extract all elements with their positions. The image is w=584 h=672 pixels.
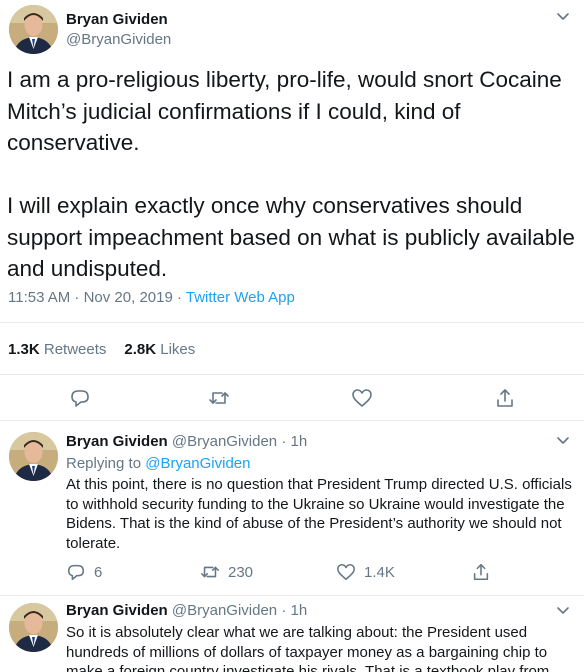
avatar[interactable] [9,5,58,54]
author-name[interactable]: Bryan Gividen [66,11,168,28]
tweet-text: I am a pro-religious liberty, pro-life, … [7,67,575,281]
author-handle[interactable]: @BryanGividen · 1h [172,602,307,619]
like-icon[interactable] [351,387,373,409]
reply-count: 6 [94,563,103,581]
share-icon [473,563,489,581]
reply-header: Bryan Gividen @BryanGividen · 1h [66,433,307,450]
avatar-image [9,5,58,54]
reply-actions: 6 230 1.4K [66,561,516,583]
avatar-image [9,432,58,481]
likes-count: 2.8K [124,341,157,358]
reply-tweet[interactable]: Bryan Gividen @BryanGividen · 1h Replyin… [0,420,584,596]
like-icon [337,563,355,581]
chevron-down-icon[interactable] [556,12,570,22]
replying-to-handle[interactable]: @BryanGividen [145,455,250,472]
replying-to: Replying to @BryanGividen [66,455,251,472]
tweet-timestamp[interactable]: 11:53 AM · Nov 20, 2019 · [8,289,186,306]
tweet-source-app[interactable]: Twitter Web App [186,289,295,306]
retweets-stat[interactable]: 1.3K Retweets [8,341,106,358]
likes-stat[interactable]: 2.8K Likes [124,341,195,358]
divider [0,322,584,323]
tweet-stats: 1.3K Retweets 2.8K Likes [8,341,195,358]
author-name[interactable]: Bryan Gividen [66,433,168,450]
share-icon[interactable] [494,387,516,409]
like-button[interactable]: 1.4K [336,561,395,583]
retweets-count: 1.3K [8,341,40,358]
like-count: 1.4K [364,563,395,581]
avatar-image [9,603,58,652]
author-handle[interactable]: @BryanGividen [66,31,171,48]
share-button[interactable] [471,561,499,583]
author-handle[interactable]: @BryanGividen · 1h [172,433,307,450]
avatar[interactable] [9,432,58,481]
tweet-text: At this point, there is no question that… [66,476,572,552]
chevron-down-icon[interactable] [556,606,570,616]
reply-header: Bryan Gividen @BryanGividen · 1h [66,602,307,619]
chevron-down-icon[interactable] [556,436,570,446]
retweet-count: 230 [228,563,254,581]
reply-icon[interactable] [69,387,91,409]
tweet-meta: 11:53 AM · Nov 20, 2019 · Twitter Web Ap… [8,289,295,306]
tweet-text: So it is absolutely clear what we are ta… [66,624,550,672]
retweet-button[interactable]: 230 [200,561,253,583]
replying-label: Replying to [66,455,146,472]
reply-button[interactable]: 6 [66,561,102,583]
reply-icon [67,564,85,581]
divider [0,374,584,375]
retweet-icon [201,566,219,578]
avatar[interactable] [9,603,58,652]
retweets-label: Retweets [43,341,107,358]
retweet-icon[interactable] [208,387,230,409]
author-name[interactable]: Bryan Gividen [66,602,168,619]
likes-label: Likes [160,341,196,358]
reply-tweet[interactable]: Bryan Gividen @BryanGividen · 1h So it i… [0,596,584,672]
